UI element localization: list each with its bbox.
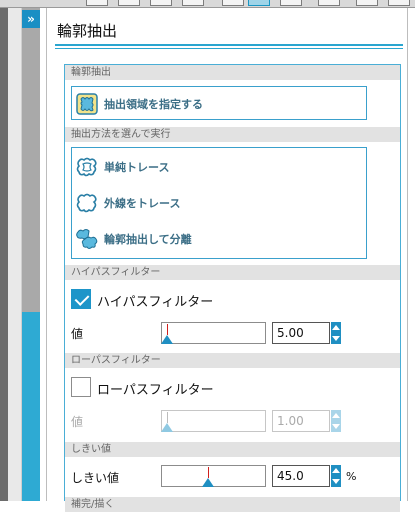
threshold-value-field[interactable]: 45.0 [272,465,330,487]
outline-trace-button[interactable]: 外線をトレース [72,186,366,220]
section-header-highpass: ハイパスフィルター [65,265,400,280]
scrollbar-thumb[interactable] [22,312,40,501]
lowpass-checkbox-label: ローパスフィルター [97,383,214,398]
extract-separate-button[interactable]: 輪郭抽出して分離 [72,222,366,256]
toolbar-button[interactable] [222,0,244,6]
toolbar-button[interactable] [388,0,410,6]
title-divider [55,44,403,46]
lowpass-slider [161,410,266,432]
spin-up-icon[interactable] [332,468,340,473]
highpass-checkbox[interactable] [71,289,91,309]
specify-area-button[interactable]: 抽出領域を指定する [71,86,367,120]
toolbar-button[interactable] [150,0,172,6]
section-header-next: 補完/描く [65,497,400,512]
outline-trace-label: 外線をトレース [104,197,181,210]
highpass-spin-button[interactable] [331,322,341,344]
threshold-value-label: しきい値 [71,471,120,485]
spin-down-icon[interactable] [332,479,340,484]
left-side-panel [8,8,22,501]
simple-trace-icon [76,157,97,177]
top-toolbar [0,0,415,8]
highpass-checkbox-label: ハイパスフィルター [97,295,214,310]
slider-marker [167,324,168,335]
settings-group: 輪郭抽出 抽出領域を指定する 抽出方法を選んで実行 単純トレース 外線をトレース… [64,64,401,512]
title-divider [55,48,403,49]
lowpass-value-field: 1.00 [272,410,330,432]
lowpass-checkbox[interactable] [71,377,91,397]
slider-marker [167,412,168,423]
panel-title: 輪郭抽出 [57,22,118,40]
expand-panel-icon[interactable]: » [22,10,40,28]
toolbar-button[interactable] [318,0,340,6]
trace-method-list: 単純トレース 外線をトレース 輪郭抽出して分離 [71,147,367,259]
section-header-lowpass: ローパスフィルター [65,353,400,368]
spin-up-icon [332,413,340,418]
lowpass-spin-button [331,410,341,432]
extract-separate-icon [76,229,98,249]
outline-trace-icon [76,193,97,213]
slider-marker [208,467,209,478]
threshold-spin-button[interactable] [331,465,341,487]
slider-thumb [161,423,173,432]
simple-trace-label: 単純トレース [104,161,170,174]
extract-separate-label: 輪郭抽出して分離 [104,233,192,246]
section-header-extract: 輪郭抽出 [65,65,400,80]
slider-thumb[interactable] [161,335,173,344]
lowpass-value-label: 値 [71,415,84,429]
toolbar-button[interactable] [356,0,378,6]
toolbar-button[interactable] [280,0,302,6]
toolbar-button-active[interactable] [248,0,270,6]
section-header-method: 抽出方法を選んで実行 [65,127,400,142]
slider-thumb[interactable] [202,478,214,487]
spin-down-icon [332,424,340,429]
highpass-value-field[interactable]: 5.00 [272,322,330,344]
highpass-value-label: 値 [71,327,84,341]
threshold-unit: % [346,470,357,483]
contour-extract-panel: 輪郭抽出 輪郭抽出 抽出領域を指定する 抽出方法を選んで実行 単純トレース 外線… [46,8,408,512]
toolbar-button[interactable] [118,0,140,6]
toolbar-button[interactable] [182,0,204,6]
threshold-slider[interactable] [161,465,266,487]
simple-trace-button[interactable]: 単純トレース [72,150,366,184]
spin-up-icon[interactable] [332,325,340,330]
specify-area-label: 抽出領域を指定する [104,98,203,111]
toolbar-button[interactable] [86,0,108,6]
select-area-icon [76,93,98,115]
left-dark-strip [0,8,8,501]
section-header-threshold: しきい値 [65,442,400,457]
highpass-slider[interactable] [161,322,266,344]
spin-down-icon[interactable] [332,336,340,341]
